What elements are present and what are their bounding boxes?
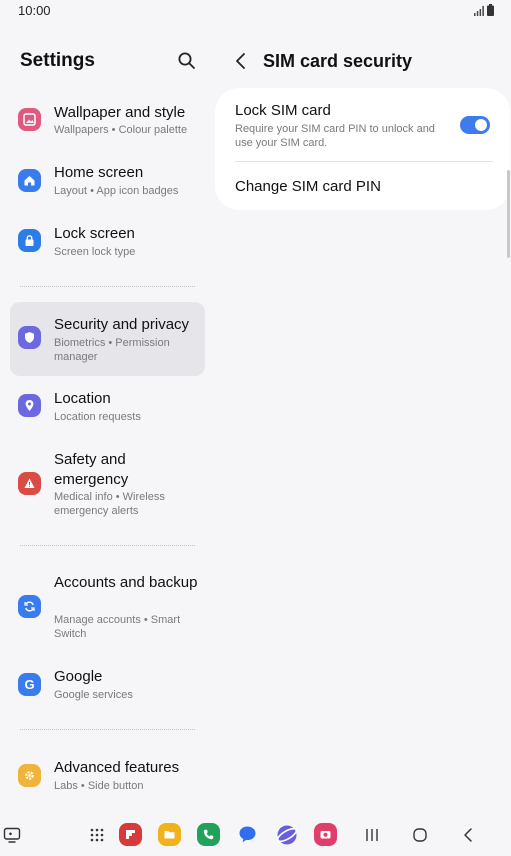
settings-item-subtitle: Manage accounts • Smart Switch [54,614,181,640]
search-button[interactable] [177,51,197,71]
settings-item-label: Advanced features [54,759,180,776]
recent-apps-button[interactable] [362,826,382,844]
internet-app-icon[interactable] [275,823,298,846]
settings-item-subtitle: Labs • Side button [54,780,144,792]
settings-item-advanced[interactable]: Advanced features Labs • Side button [10,753,205,803]
google-icon: G [18,673,41,696]
settings-item-accounts[interactable]: Accounts and backup Manage accounts • Sm… [10,568,205,646]
lock-sim-row[interactable]: Lock SIM card Require your SIM card PIN … [215,88,510,161]
page-title: SIM card security [263,51,413,71]
settings-item-label: Location [54,390,111,407]
toggle-knob [475,119,487,131]
settings-item-label: Accounts and backup [54,574,198,591]
section-divider [20,286,195,287]
settings-item-subtitle: Google services [54,689,133,701]
status-icons [474,4,494,16]
navigation-bar [0,814,511,856]
scrollbar[interactable] [507,170,510,258]
apps-drawer-icon[interactable] [88,826,106,844]
home-circle-icon [413,828,427,842]
screen-mode-button[interactable] [2,825,22,845]
card-divider [235,161,493,162]
back-nav-button[interactable] [458,826,478,844]
settings-item-label: Lock screen [54,225,135,242]
sync-icon [18,595,41,618]
settings-item-home-screen[interactable]: Home screen Layout • App icon badges [10,158,205,208]
lock-sim-title: Lock SIM card [235,102,331,119]
settings-item-subtitle: Layout • App icon badges [54,185,179,197]
screen-recorder-app-icon[interactable] [314,823,337,846]
lock-icon [18,229,41,252]
settings-item-security[interactable]: Security and privacy Biometrics • Permis… [10,302,205,376]
lock-sim-toggle[interactable] [460,116,490,134]
settings-item-label: Home screen [54,164,144,181]
settings-item-label: Security and privacy [54,316,190,333]
emergency-icon [18,472,41,495]
lock-sim-subtitle: Require your SIM card PIN to unlock and … [235,123,435,149]
battery-icon [487,4,494,16]
recent-apps-icon [366,829,378,841]
shield-icon [18,326,41,349]
settings-item-subtitle: Screen lock type [54,246,136,258]
location-pin-icon [18,394,41,417]
settings-title: Settings [20,50,95,71]
change-sim-pin-item[interactable]: Change SIM card PIN [235,178,381,195]
settings-item-lock-screen[interactable]: Lock screen Screen lock type [10,219,205,269]
sim-security-card: Lock SIM card Require your SIM card PIN … [215,88,510,210]
settings-item-location[interactable]: Location Location requests [10,385,205,435]
status-bar: 10:00 [0,0,511,22]
screen-mode-icon [3,827,21,843]
settings-item-label: Google [54,668,103,685]
settings-item-subtitle: Wallpapers • Colour palette [54,124,188,136]
settings-item-subtitle: Biometrics • Permission manager [54,337,170,363]
search-icon [178,52,195,69]
phone-app-icon[interactable] [197,823,220,846]
messages-app-icon[interactable] [236,823,259,846]
my-files-app-icon[interactable] [158,823,181,846]
chevron-left-icon [236,53,245,69]
back-arrow-icon [464,828,472,842]
flipboard-app-icon[interactable] [119,823,142,846]
home-button[interactable] [410,826,430,844]
home-icon [18,169,41,192]
settings-item-label: Safety and emergency [54,451,129,488]
section-divider [20,729,195,730]
settings-item-subtitle: Medical info • Wireless emergency alerts [54,491,165,517]
gear-plus-icon [18,764,41,787]
settings-item-wallpaper[interactable]: Wallpaper and style Wallpapers • Colour … [10,97,205,147]
settings-item-google[interactable]: G Google Google services [10,662,205,712]
settings-item-label: Wallpaper and style [54,104,186,121]
section-divider [20,545,195,546]
status-time: 10:00 [18,3,51,18]
back-button[interactable] [232,51,250,71]
wallpaper-icon [18,108,41,131]
settings-item-safety[interactable]: Safety and emergency Medical info • Wire… [10,445,205,523]
settings-item-subtitle: Location requests [54,411,141,423]
signal-icon [474,6,484,16]
